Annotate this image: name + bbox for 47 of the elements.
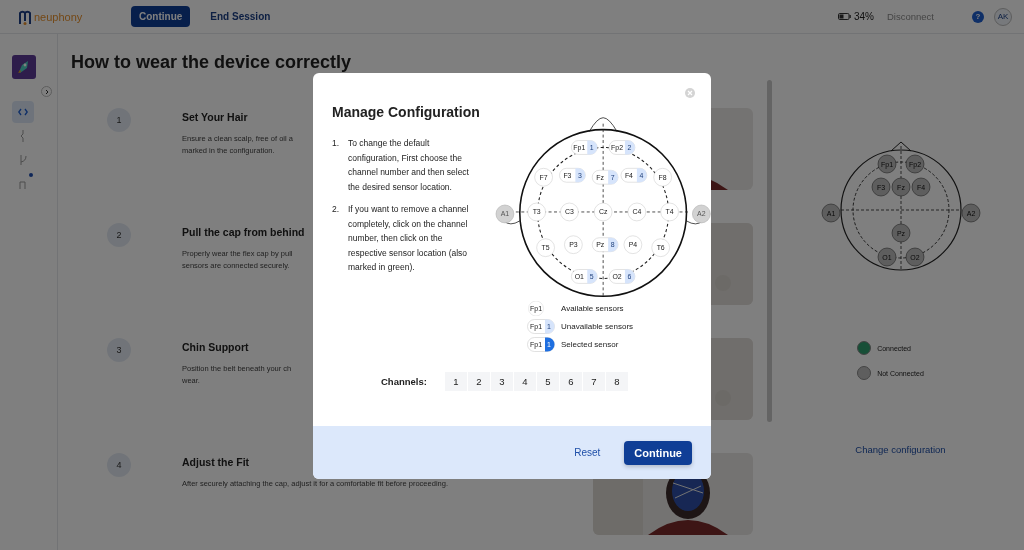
sidebar-nav-button[interactable] bbox=[12, 101, 34, 123]
notification-dot bbox=[29, 173, 33, 177]
channel-button[interactable]: 3 bbox=[491, 372, 513, 391]
rocket-icon[interactable] bbox=[12, 55, 36, 79]
route-icon bbox=[18, 178, 28, 190]
pulse-icon bbox=[19, 130, 27, 142]
list-number: 2. bbox=[332, 203, 341, 216]
user-avatar[interactable]: AK bbox=[994, 7, 1012, 26]
reset-button[interactable]: Reset bbox=[574, 447, 601, 458]
end-session-link[interactable]: End Session bbox=[210, 11, 271, 22]
step-number: 2 bbox=[107, 223, 131, 247]
channel-button[interactable]: 8 bbox=[606, 372, 628, 391]
step-number: 3 bbox=[107, 338, 131, 362]
battery-icon bbox=[838, 13, 851, 20]
instruction-text: If you want to remove a channel completely, click on the channel number, then click on the respective sensor location (also marked in green). bbox=[348, 203, 470, 274]
channel-button[interactable]: 5 bbox=[537, 372, 559, 391]
code-icon bbox=[18, 108, 28, 116]
step-title: Pull the cap from behind bbox=[182, 226, 305, 238]
logo-text: neuphony bbox=[34, 10, 83, 23]
step-title: Chin Support bbox=[182, 341, 249, 353]
change-configuration-link[interactable]: Change configuration bbox=[855, 444, 946, 455]
list-number: 1. bbox=[332, 137, 341, 150]
step-number: 1 bbox=[107, 108, 131, 132]
channel-button[interactable]: 1 bbox=[445, 372, 467, 391]
branch-icon bbox=[18, 154, 28, 166]
dialog-title: Manage Configuration bbox=[332, 104, 481, 120]
page-title: How to wear the device correctly bbox=[71, 52, 353, 73]
collapse-toggle[interactable] bbox=[41, 86, 52, 97]
step-number: 4 bbox=[107, 453, 131, 477]
channels-label: Channels: bbox=[381, 376, 428, 387]
legend-label: Selected sensor bbox=[561, 340, 619, 349]
close-icon bbox=[685, 88, 695, 98]
channel-button[interactable]: 7 bbox=[583, 372, 605, 391]
step-title: Adjust the Fit bbox=[182, 456, 250, 468]
battery-level: 34% bbox=[854, 11, 874, 22]
continue-button[interactable]: Continue bbox=[624, 440, 692, 465]
close-button[interactable] bbox=[685, 88, 695, 98]
instruction-text: To change the default configuration, First choose the channel number and then select the desired sensor location. bbox=[348, 137, 470, 194]
chevron-right-icon bbox=[43, 88, 50, 95]
channel-button[interactable]: 2 bbox=[468, 372, 490, 391]
legend-label: Available sensors bbox=[561, 304, 624, 313]
continue-button[interactable]: Continue bbox=[131, 6, 191, 27]
channel-button[interactable]: 4 bbox=[514, 372, 536, 391]
step-title: Set Your Hair bbox=[182, 111, 248, 123]
legend-label: Unavailable sensors bbox=[561, 322, 634, 331]
channel-button[interactable]: 6 bbox=[560, 372, 582, 391]
scrollbar[interactable] bbox=[767, 80, 772, 422]
